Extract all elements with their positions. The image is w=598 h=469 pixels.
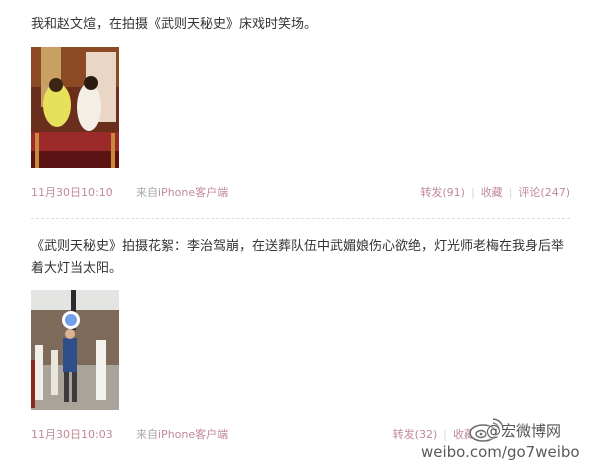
post-timestamp-link[interactable]: 11月30日10:10	[31, 185, 113, 201]
comment-button[interactable]: 评论(247)	[518, 186, 570, 199]
watermark-url: weibo.com/go7weibo	[421, 443, 580, 461]
photo-bed-scene	[31, 47, 119, 168]
source-link[interactable]: iPhone客户端	[158, 428, 228, 441]
post-text: 《武则天秘史》拍摄花絮：李治驾崩，在送葬队伍中武媚娘伤心欲绝，灯光师老梅在我身后…	[31, 239, 565, 276]
post-source: 来自iPhone客户端	[136, 185, 228, 201]
post-timestamp-link[interactable]: 11月30日10:03	[31, 427, 113, 443]
action-separator: |	[508, 186, 513, 199]
watermark-brand: @宏微博网	[486, 422, 562, 440]
source-prefix: 来自	[136, 186, 158, 199]
photo-funeral-scene	[31, 290, 119, 410]
action-separator: |	[443, 428, 447, 441]
post-meta: 11月30日10:10 来自iPhone客户端 转发(91) | 收藏 | 评论(247…	[31, 185, 570, 201]
post-divider	[31, 218, 570, 219]
source-prefix: 来自	[136, 428, 158, 441]
post-actions: 转发(91) | 收藏 | 评论(247)	[420, 185, 570, 201]
repost-button[interactable]: 转发(91)	[420, 186, 465, 199]
favorite-button[interactable]: 收藏	[481, 186, 503, 199]
post-image-thumbnail[interactable]	[31, 290, 119, 410]
post-image-thumbnail[interactable]	[31, 47, 119, 168]
post-actions: 转发(32) | 收藏	[393, 427, 475, 443]
action-separator: |	[470, 186, 475, 199]
post-source: 来自iPhone客户端	[136, 427, 228, 443]
source-link[interactable]: iPhone客户端	[158, 186, 228, 199]
repost-button[interactable]: 转发(32)	[393, 428, 438, 441]
post-text: 我和赵文煊，在拍摄《武则天秘史》床戏时笑场。	[31, 17, 318, 32]
